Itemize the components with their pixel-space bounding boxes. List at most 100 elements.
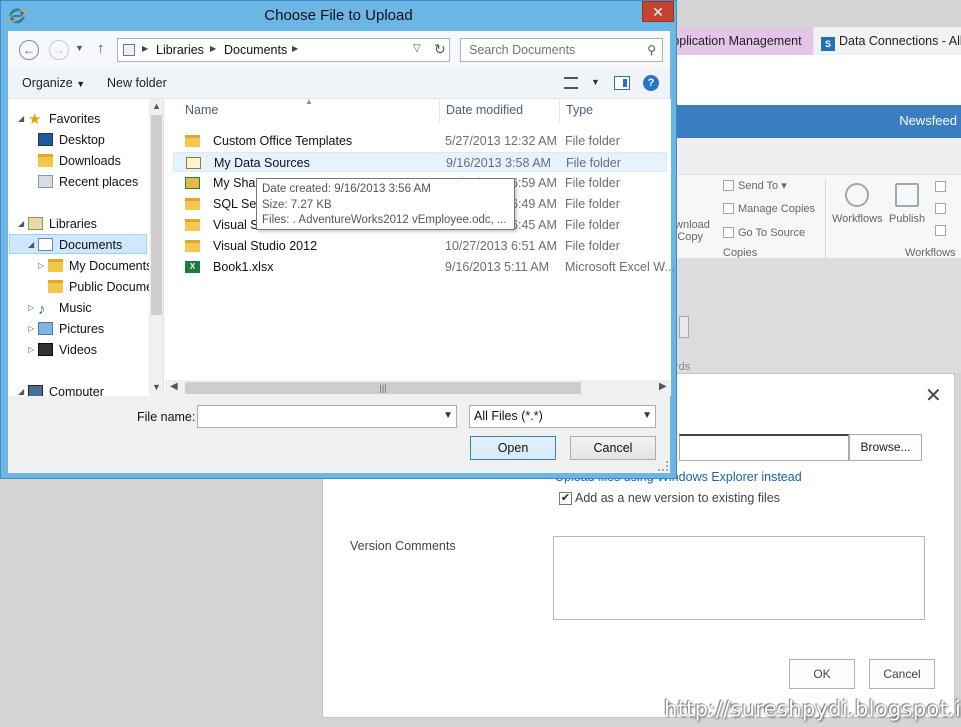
tree-label: Music [59,301,92,315]
file-row[interactable]: X Book1.xlsx 9/16/2013 5:11 AM Microsoft… [173,257,675,277]
suite-bar: Newsfeed [675,105,961,138]
tree-item-favorites[interactable]: ★ Favorites [28,109,100,129]
send-to-button[interactable]: Send To ▾ [723,179,787,192]
expand-arrow-icon[interactable]: ▷ [28,345,34,354]
preview-pane-icon[interactable] [614,76,630,90]
tree-item-pictures[interactable]: Pictures [38,319,104,339]
file-list-scrollbar[interactable]: ◀ ||| ▶ [165,380,671,396]
browse-button[interactable]: Browse... [849,434,922,461]
tab-data-connections[interactable]: S Data Connections - All [815,27,961,55]
column-header-name[interactable]: Name [185,103,218,117]
publish-button[interactable]: Publish [889,213,925,225]
cancel-button[interactable]: Cancel [869,659,935,689]
tree-item-videos[interactable]: Videos [38,340,97,360]
file-path-field[interactable] [679,434,849,461]
tree-item-computer[interactable]: Computer [28,382,104,396]
tree-label: Downloads [59,154,121,168]
help-icon[interactable]: ? [643,75,659,91]
excel-file-icon: X [185,261,200,273]
tree-item-recent-places[interactable]: Recent places [38,172,138,192]
workflows-button[interactable]: Workflows [832,213,883,225]
tree-item-public-documents[interactable]: Public Documents [48,277,163,297]
forward-button[interactable]: → [49,40,69,60]
expand-arrow-icon[interactable]: ▷ [38,261,44,270]
up-arrow-icon[interactable]: ↑ [97,40,105,57]
tree-label: Documents [59,238,123,252]
tree-item-downloads[interactable]: Downloads [38,151,121,171]
chevron-down-icon: ▼ [76,79,86,89]
column-header-type[interactable]: Type [566,103,593,117]
chevron-down-icon[interactable]: ▼ [642,410,652,421]
scroll-left-icon[interactable]: ◀ [170,381,178,392]
tree-item-my-documents[interactable]: My Documents [48,256,152,276]
sort-ascending-icon: ▲ [305,97,313,106]
expand-arrow-icon[interactable]: ▷ [28,303,34,312]
close-button[interactable]: ✕ [642,1,674,22]
view-options-icon[interactable] [564,77,578,89]
chevron-down-icon[interactable]: ▼ [443,410,453,421]
file-row[interactable]: Visual Studio 2012 10/27/2013 6:51 AM Fi… [173,236,667,256]
collapse-arrow-icon[interactable]: ◢ [18,387,24,396]
tree-item-desktop[interactable]: Desktop [38,130,105,150]
open-button[interactable]: Open [470,436,556,460]
tree-label: Videos [59,343,97,357]
scroll-right-icon[interactable]: ▶ [659,381,667,392]
tree-label: Recent places [59,175,139,189]
file-row[interactable]: Custom Office Templates 5/27/2013 12:32 … [173,131,667,151]
search-input[interactable] [461,39,641,61]
file-name-label: File name: [137,410,196,424]
collapse-arrow-icon[interactable]: ◢ [28,240,34,249]
expand-arrow-icon[interactable]: ▷ [28,324,34,333]
file-type-filter[interactable]: All Files (*.*) ▼ [469,405,656,428]
version-comments-field[interactable] [553,536,925,620]
collapse-arrow-icon[interactable]: ◢ [18,114,24,123]
command-bar: Organize ▼ New folder ▼ ? [8,69,670,99]
dialog-body: ← → ▼ ↑ ▶ Libraries ▶ Documents ▶ ▽ ↻ ⚲ … [8,31,675,473]
tree-item-music[interactable]: ♪ Music [38,298,92,318]
scrollbar-thumb[interactable] [151,115,162,315]
resize-grip-icon[interactable] [658,461,668,471]
manage-copies-button[interactable]: Manage Copies [723,203,815,215]
tree-scrollbar[interactable]: ▲ ▼ [149,99,163,396]
address-bar[interactable]: ▶ Libraries ▶ Documents ▶ ▽ ↻ [117,38,450,62]
tab-application-management[interactable]: Application Management [675,27,813,55]
breadcrumb-documents[interactable]: Documents [224,43,287,57]
search-icon[interactable]: ⚲ [647,43,656,57]
new-folder-button[interactable]: New folder [107,76,167,90]
download-copy-button[interactable]: Download a Copy [661,219,710,243]
collapse-arrow-icon[interactable]: ◢ [18,219,24,228]
file-name-input[interactable] [198,406,438,427]
add-version-checkbox[interactable]: ✔ [559,492,572,505]
dialog-titlebar[interactable]: Choose File to Upload ✕ [1,1,676,30]
scroll-up-icon[interactable]: ▲ [152,101,161,111]
column-divider[interactable] [439,99,440,123]
sharepoint-tab-bar: Application Management S Data Connections… [675,27,961,55]
file-type: File folder [566,156,621,170]
close-icon[interactable]: ✕ [925,383,942,408]
organize-menu[interactable]: Organize ▼ [22,76,85,90]
tree-label: My Documents [69,259,153,273]
recent-locations-icon[interactable]: ▼ [75,43,84,53]
file-row[interactable]: My Data Sources 9/16/2013 3:58 AM File f… [173,152,667,172]
chevron-down-icon[interactable]: ▽ [413,43,421,54]
shapes-folder-icon [185,177,200,189]
go-to-source-button[interactable]: Go To Source [723,227,805,239]
back-button[interactable]: ← [19,40,39,60]
chevron-down-icon[interactable]: ▼ [591,77,600,87]
scroll-down-icon[interactable]: ▼ [152,382,161,392]
folder-icon [48,259,63,272]
tree-item-libraries[interactable]: Libraries [28,214,97,234]
refresh-icon[interactable]: ↻ [434,41,446,58]
add-version-label: Add as a new version to existing files [575,491,780,505]
ok-button[interactable]: OK [789,659,855,689]
column-divider[interactable] [559,99,560,123]
cancel-button[interactable]: Cancel [570,436,656,460]
downloads-folder-icon [38,154,53,167]
newsfeed-link[interactable]: Newsfeed [899,113,957,128]
column-header-date[interactable]: Date modified [446,103,523,117]
breadcrumb-libraries[interactable]: Libraries [156,43,204,57]
tooltip-size: Size: 7.27 KB [262,198,332,211]
tree-item-documents[interactable]: Documents [38,235,122,255]
scrollbar-thumb[interactable]: ||| [185,382,581,394]
recent-places-icon [38,175,53,188]
